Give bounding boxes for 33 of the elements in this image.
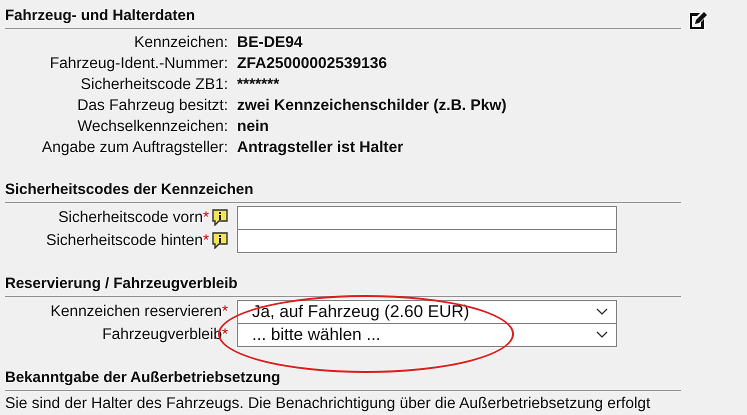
required-mark: *	[202, 231, 209, 251]
field-label: Sicherheitscode vorn	[58, 208, 203, 228]
required-mark: *	[222, 302, 228, 322]
field-value: zwei Kennzeichenschilder (z.B. Pkw)	[236, 96, 507, 116]
select-field[interactable]: ... bitte wählen ...	[237, 322, 617, 346]
select-field[interactable]: Ja, auf Fahrzeug (2.60 EUR)	[237, 300, 617, 324]
field-label: Angabe zum Auftragsteller:	[42, 138, 228, 158]
edit-icon[interactable]	[687, 11, 707, 31]
input-field[interactable]	[237, 206, 617, 230]
paragraph: Sie sind der Halter des Fahrzeugs. Die Benachrichtigung über die Außerbetriebsetzung erfolgt	[5, 394, 652, 414]
section-heading: Reservierung / Fahrzeugverbleib	[5, 274, 238, 294]
field-label: Wechselkennzeichen:	[78, 117, 228, 137]
field-value: Antragsteller ist Halter	[236, 138, 404, 158]
field-label: Kennzeichen reservieren	[50, 302, 222, 322]
section-heading: Sicherheitscodes der Kennzeichen	[5, 180, 254, 200]
section-heading: Fahrzeug- und Halterdaten	[5, 6, 196, 26]
field-label: Kennzeichen:	[134, 33, 228, 53]
info-icon[interactable]	[212, 209, 228, 226]
field-label: Das Fahrzeug besitzt:	[77, 96, 228, 116]
required-mark: *	[222, 325, 228, 345]
info-icon[interactable]	[212, 232, 228, 249]
caret-icon	[596, 308, 608, 315]
caret-icon	[596, 331, 608, 338]
required-mark: *	[202, 208, 209, 228]
field-label: Sicherheitscode ZB1:	[80, 75, 228, 95]
section-heading: Bekanntgabe der Außerbetriebsetzung	[5, 368, 280, 388]
field-value: BE-DE94	[236, 33, 302, 53]
field-value: *******	[236, 75, 280, 95]
field-label: Sicherheitscode hinten	[46, 231, 203, 251]
field-value: nein	[236, 117, 269, 137]
field-value: ZFA25000002539136	[236, 54, 387, 74]
field-label: Fahrzeug-Ident.-Nummer:	[50, 54, 228, 74]
input-field[interactable]	[237, 228, 617, 252]
